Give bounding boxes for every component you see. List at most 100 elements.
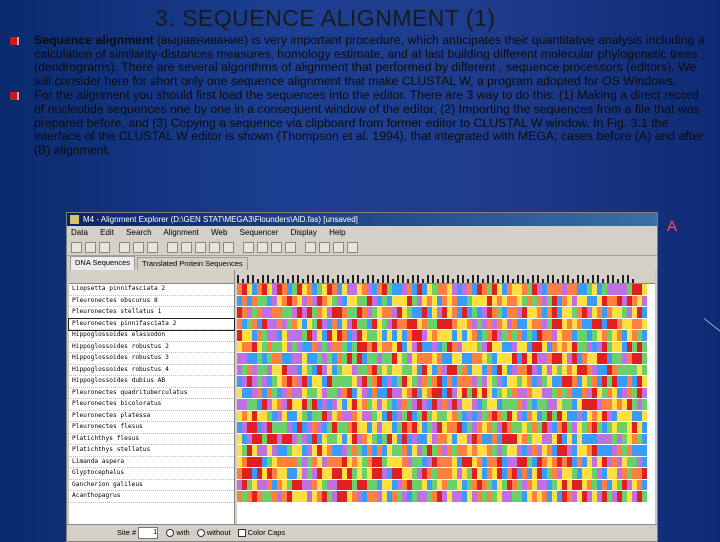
ruler-tick: [262, 275, 264, 283]
sequence-row[interactable]: [237, 364, 655, 376]
menu-alignment[interactable]: Alignment: [163, 228, 199, 237]
toolbar-separator: [237, 242, 240, 253]
ruler-tick: [397, 275, 399, 283]
delete-icon[interactable]: [223, 241, 234, 253]
sequence-row[interactable]: [237, 468, 655, 480]
sequence-name-row[interactable]: Platichthys stellatus: [69, 445, 234, 457]
color-caps-checkbox[interactable]: [237, 529, 246, 538]
sequence-name-row[interactable]: Pleuronectes bicoloratus: [69, 399, 234, 411]
menu-web[interactable]: Web: [211, 228, 227, 237]
insert-gap-icon[interactable]: [333, 241, 344, 253]
save-icon[interactable]: [99, 241, 110, 253]
ruler-tick: [297, 275, 299, 283]
nucleotide-cell: [642, 387, 647, 398]
menu-data[interactable]: Data: [71, 228, 88, 237]
sequence-name-row[interactable]: Pleuronectes stellatus 1: [69, 307, 234, 319]
sequence-row[interactable]: [237, 295, 655, 307]
sequence-name-row[interactable]: Glyptocephalus: [69, 468, 234, 480]
sequence-name-row[interactable]: Pleuronectes platessa: [69, 411, 234, 422]
menu-display[interactable]: Display: [291, 228, 317, 237]
sequence-name-row[interactable]: Hippoglossoides robustus 4: [69, 365, 234, 376]
open-folder-icon[interactable]: [85, 241, 96, 253]
nucleotide-cell: [642, 456, 647, 467]
sequence-row[interactable]: [237, 353, 655, 365]
ruler-tick: [337, 275, 339, 283]
sequence-name-row[interactable]: Platichthys flesus: [69, 434, 234, 445]
paste-icon[interactable]: [209, 241, 220, 253]
move-right-icon[interactable]: [319, 241, 330, 253]
sequence-grid[interactable]: [237, 270, 655, 525]
web-icon[interactable]: [133, 241, 144, 253]
sequence-row[interactable]: [237, 307, 655, 319]
toolbar-separator: [299, 242, 302, 253]
sequence-name-row[interactable]: Pleuronectes obscurus 8: [69, 296, 234, 307]
with-gaps-radio[interactable]: [166, 529, 175, 538]
without-gaps-radio[interactable]: [196, 529, 205, 538]
cut-icon[interactable]: [181, 241, 192, 253]
find-next-icon[interactable]: [257, 241, 268, 253]
ruler-tick: [282, 275, 284, 283]
tab-dna-sequences[interactable]: DNA Sequences: [70, 256, 136, 270]
sequence-row[interactable]: [237, 341, 655, 353]
sequence-name-row[interactable]: Hippoglossoides robustus 3: [69, 353, 234, 365]
sequence-row[interactable]: [237, 330, 655, 342]
sequence-name-list: Liopsetta pinnifasciata 2 Pleuronectes ob…: [68, 270, 235, 525]
sequence-name-row[interactable]: Acanthopagrus: [69, 491, 234, 503]
ruler-tick: [557, 279, 559, 283]
sequence-row[interactable]: [237, 387, 655, 399]
sequence-name-row[interactable]: Hippoglossoides elassodon: [69, 330, 234, 342]
undo-icon[interactable]: [167, 241, 178, 253]
menu-help[interactable]: Help: [329, 228, 345, 237]
sequence-name-row[interactable]: Pleuronectes quadrituberculatus: [69, 388, 234, 399]
menu-sequencer[interactable]: Sequencer: [240, 228, 279, 237]
sequence-row[interactable]: [237, 433, 655, 445]
ruler-tick: [567, 275, 569, 283]
sequence-name-row[interactable]: Hippoglossoides robustus 2: [69, 342, 234, 353]
sequence-name-row[interactable]: Liopsetta pinnifasciata 2: [69, 284, 234, 296]
ruler-tick: [542, 279, 544, 283]
copy-icon[interactable]: [195, 241, 206, 253]
sequence-row[interactable]: [237, 422, 655, 434]
site-number-field[interactable]: 1: [138, 527, 159, 540]
mark-site-icon[interactable]: [285, 241, 296, 253]
search-icon[interactable]: [243, 241, 254, 253]
sequence-name-row[interactable]: Hippoglossoides dubius AB: [69, 376, 234, 388]
sequence-name-row[interactable]: Gancherion galileus: [69, 480, 234, 491]
ruler-tick: [582, 275, 584, 283]
new-file-icon[interactable]: [71, 241, 82, 253]
find-prev-icon[interactable]: [271, 241, 282, 253]
ruler-tick: [462, 275, 464, 283]
menubar: Data Edit Search Alignment Web Sequencer…: [67, 226, 657, 239]
ruler-tick: [492, 275, 494, 283]
ruler-tick: [407, 279, 409, 283]
move-left-icon[interactable]: [305, 241, 316, 253]
sequence-row[interactable]: [237, 399, 655, 411]
menu-edit[interactable]: Edit: [100, 228, 114, 237]
ruler-tick: [387, 275, 389, 283]
ruler-tick: [552, 275, 554, 283]
ruler-tick: [237, 275, 239, 283]
tab-translated-protein[interactable]: Translated Protein Sequences: [137, 257, 248, 270]
ruler-tick: [577, 275, 579, 283]
sequence-row[interactable]: [237, 284, 655, 296]
decorative-line: [703, 318, 720, 333]
sequence-row[interactable]: [237, 445, 655, 457]
site-ruler: [237, 270, 655, 284]
sequence-name-row[interactable]: Pleuronectes pinnifasciata 2: [68, 317, 235, 331]
sequence-row[interactable]: [237, 456, 655, 468]
ruler-tick: [532, 275, 534, 283]
sequence-row[interactable]: [237, 318, 655, 330]
translate-icon[interactable]: [147, 241, 158, 253]
sequence-name-row[interactable]: Limanda aspera: [69, 457, 234, 468]
menu-search[interactable]: Search: [126, 228, 151, 237]
sequence-row[interactable]: [237, 376, 655, 388]
align-icon[interactable]: [119, 241, 130, 253]
sequence-row[interactable]: [237, 479, 655, 491]
sequence-row[interactable]: [237, 491, 655, 503]
window-titlebar[interactable]: M4 - Alignment Explorer (D:\GEN STAT\MEG…: [67, 213, 657, 226]
delete-gap-icon[interactable]: [347, 241, 358, 253]
ruler-tick: [267, 275, 269, 283]
bullet-item-1: Sequence alignment (выравнивание) is ver…: [10, 33, 710, 88]
sequence-name-row[interactable]: Pleuronectes flesus: [69, 422, 234, 434]
sequence-row[interactable]: [237, 410, 655, 422]
